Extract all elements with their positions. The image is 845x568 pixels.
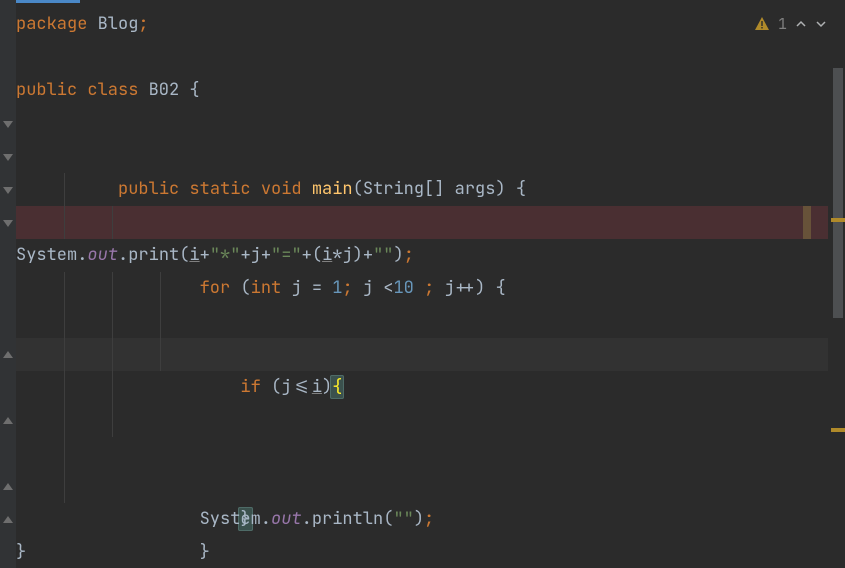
warning-marker[interactable] — [831, 218, 845, 222]
code-line[interactable] — [16, 272, 828, 305]
scrollbar-thumb[interactable] — [833, 68, 843, 318]
warning-marker[interactable] — [831, 428, 845, 432]
code-line[interactable]: for (int i = 1; i <10 ; i++) { — [16, 140, 828, 173]
code-line[interactable]: System.out.print(i+"*"+j+"="+(i*j)+""); — [16, 239, 828, 272]
fold-icon[interactable] — [3, 119, 13, 129]
code-line[interactable]: } — [16, 404, 828, 437]
code-line[interactable]: public class B02 { — [16, 74, 828, 107]
fold-icon[interactable] — [3, 416, 13, 426]
code-line[interactable]: if (j<=i){ — [16, 206, 828, 239]
fold-icon[interactable] — [3, 152, 13, 162]
code-content[interactable]: package Blog; public class B02 { public … — [16, 8, 828, 568]
error-stripe — [803, 206, 811, 239]
code-line[interactable]: package Blog; — [16, 8, 828, 41]
fold-icon[interactable] — [3, 218, 13, 228]
code-line[interactable]: public static void main(String[] args) { — [16, 107, 828, 140]
code-line[interactable]: } — [16, 470, 828, 503]
code-editor[interactable]: 1 package Blog; public class B02 { publi… — [0, 0, 845, 568]
fold-icon[interactable] — [3, 350, 13, 360]
code-line[interactable] — [16, 41, 828, 74]
code-line[interactable] — [16, 371, 828, 404]
code-line[interactable]: for (int j = 1; j <10 ; j++) { — [16, 173, 828, 206]
code-line[interactable]: } — [16, 536, 828, 568]
fold-icon[interactable] — [3, 515, 13, 525]
code-line[interactable]: } — [16, 503, 828, 536]
fold-icon[interactable] — [3, 482, 13, 492]
code-line[interactable] — [16, 305, 828, 338]
fold-icon[interactable] — [3, 185, 13, 195]
code-line[interactable]: } — [16, 338, 828, 371]
scrollbar[interactable] — [831, 8, 845, 560]
code-line[interactable]: System.out.println(""); — [16, 437, 828, 470]
